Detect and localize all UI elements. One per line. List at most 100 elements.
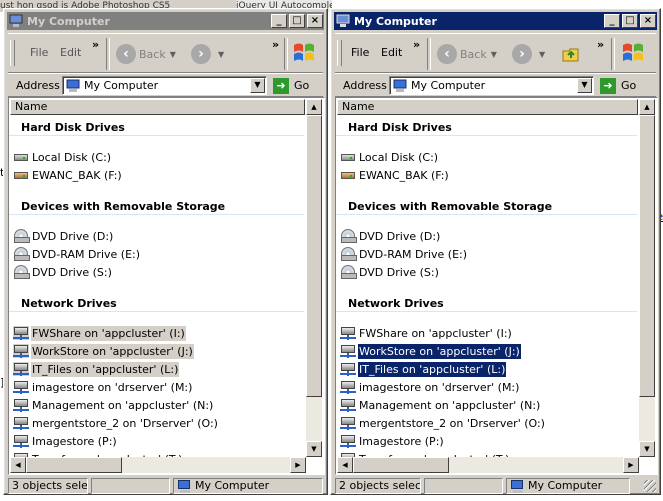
vertical-scrollbar[interactable]: ▲ ▼ — [639, 99, 655, 457]
scroll-thumb[interactable] — [26, 457, 122, 473]
scroll-down-button[interactable]: ▼ — [306, 441, 322, 457]
title-bar[interactable]: My Computer _ □ × — [7, 12, 324, 30]
address-input[interactable]: My Computer ▼ — [389, 76, 594, 95]
go-button[interactable]: Go — [621, 79, 636, 92]
list-item-dvd-ram-e[interactable]: DVD-RAM Drive (E:) — [340, 246, 468, 262]
scroll-up-button[interactable]: ▲ — [306, 99, 322, 115]
list-item-network-drive[interactable]: IT_Files on 'appcluster' (L:) — [340, 361, 507, 377]
go-arrow-icon[interactable]: ➜ — [600, 78, 616, 94]
list-item-dvd-d[interactable]: DVD Drive (D:) — [340, 228, 441, 244]
vertical-scrollbar[interactable]: ▲ ▼ — [306, 99, 322, 457]
list-item-label: DVD-RAM Drive (E:) — [359, 247, 468, 261]
scroll-thumb[interactable] — [639, 115, 655, 397]
scroll-down-button[interactable]: ▼ — [639, 441, 655, 457]
address-dropdown-button[interactable]: ▼ — [577, 78, 592, 93]
list-item-label: mergentstore_2 on 'Drserver' (O:) — [359, 416, 545, 430]
list-item-network-drive[interactable]: imagestore on 'drserver' (M:) — [340, 379, 520, 395]
minimize-button[interactable]: _ — [604, 14, 620, 28]
address-value: My Computer — [84, 79, 159, 92]
go-arrow-icon[interactable]: ➜ — [273, 78, 289, 94]
dvd-drive-icon — [340, 247, 357, 261]
scroll-up-button[interactable]: ▲ — [639, 99, 655, 115]
my-computer-icon — [177, 479, 190, 493]
forward-dropdown-icon[interactable]: ▼ — [539, 50, 545, 59]
list-item-network-drive[interactable]: FWShare on 'appcluster' (I:) — [340, 325, 513, 341]
list-item-ewanc-bak-f[interactable]: EWANC_BAK (F:) — [13, 167, 123, 183]
file-list-pane[interactable]: Name Hard Disk Drives Local Disk (C:) EW… — [8, 97, 325, 475]
hard-drive-icon — [13, 168, 29, 182]
menu-edit[interactable]: Edit — [381, 46, 402, 59]
group-divider — [9, 135, 304, 136]
go-button[interactable]: Go — [294, 79, 309, 92]
toolbar-overflow-chevron-icon[interactable]: » — [597, 38, 604, 51]
close-button[interactable]: × — [640, 14, 656, 28]
file-list-pane[interactable]: Name Hard Disk Drives Local Disk (C:) EW… — [335, 97, 658, 475]
explorer-window-right[interactable]: My Computer _ □ × File Edit » ‹ Back ▼ ›… — [330, 8, 661, 495]
list-item-label: Imagestore (P:) — [359, 434, 444, 448]
column-header-name[interactable]: Name — [10, 99, 305, 115]
menu-edit[interactable]: Edit — [60, 46, 81, 59]
toolbar-overflow-chevron-icon[interactable]: » — [272, 38, 279, 51]
scroll-thumb[interactable] — [353, 457, 449, 473]
horizontal-scrollbar[interactable]: ◀ ▶ — [10, 457, 306, 473]
list-item-network-drive[interactable]: WorkStore on 'appcluster' (J:) — [340, 343, 521, 359]
scroll-right-button[interactable]: ▶ — [623, 457, 639, 473]
toolbar-grip[interactable] — [337, 40, 342, 66]
menu-file[interactable]: File — [351, 46, 369, 59]
scroll-thumb[interactable] — [306, 115, 322, 397]
list-item-network-drive[interactable]: Management on 'appcluster' (N:) — [340, 397, 541, 413]
maximize-button[interactable]: □ — [289, 14, 305, 28]
list-item-network-drive[interactable]: Management on 'appcluster' (N:) — [13, 397, 214, 413]
window-title: My Computer — [27, 14, 110, 28]
back-button[interactable]: ‹ Back ▼ — [437, 42, 497, 66]
close-button[interactable]: × — [307, 14, 323, 28]
resize-grip-icon[interactable] — [644, 480, 656, 492]
menu-overflow-chevron-icon[interactable]: » — [413, 38, 420, 51]
back-dropdown-icon[interactable]: ▼ — [491, 50, 497, 59]
address-label: Address — [343, 79, 387, 92]
list-item-dvd-s[interactable]: DVD Drive (S:) — [340, 264, 440, 280]
toolbar-grip[interactable] — [10, 40, 15, 66]
menu-toolbar: File Edit » ‹ Back ▼ › ▼ » — [8, 33, 323, 73]
back-button[interactable]: ‹ Back ▼ — [116, 42, 176, 66]
list-item-local-disk-c[interactable]: Local Disk (C:) — [13, 149, 112, 165]
list-item-network-drive[interactable]: WorkStore on 'appcluster' (J:) — [13, 343, 194, 359]
list-item-network-drive[interactable]: mergentstore_2 on 'Drserver' (O:) — [13, 415, 219, 431]
forward-dropdown-icon[interactable]: ▼ — [218, 50, 224, 59]
group-divider — [9, 311, 304, 312]
list-item-dvd-ram-e[interactable]: DVD-RAM Drive (E:) — [13, 246, 141, 262]
list-item-network-drive[interactable]: mergentstore_2 on 'Drserver' (O:) — [340, 415, 546, 431]
maximize-button[interactable]: □ — [622, 14, 638, 28]
status-location: My Computer — [506, 478, 630, 494]
address-dropdown-button[interactable]: ▼ — [250, 78, 265, 93]
address-value: My Computer — [411, 79, 486, 92]
scroll-left-button[interactable]: ◀ — [337, 457, 353, 473]
minimize-button[interactable]: _ — [271, 14, 287, 28]
menu-file[interactable]: File — [30, 46, 48, 59]
list-item-network-drive[interactable]: IT_Files on 'appcluster' (L:) — [13, 361, 180, 377]
list-item-dvd-d[interactable]: DVD Drive (D:) — [13, 228, 114, 244]
address-bar: Address My Computer ▼ ➜ Go — [335, 73, 656, 97]
address-input[interactable]: My Computer ▼ — [62, 76, 267, 95]
list-item-network-drive[interactable]: FWShare on 'appcluster' (I:) — [13, 325, 186, 341]
list-item-dvd-s[interactable]: DVD Drive (S:) — [13, 264, 113, 280]
column-header-name[interactable]: Name — [337, 99, 638, 115]
scroll-right-button[interactable]: ▶ — [290, 457, 306, 473]
forward-button[interactable]: › ▼ — [191, 42, 224, 66]
up-folder-icon[interactable] — [561, 44, 581, 64]
group-divider — [336, 214, 637, 215]
list-item-network-drive[interactable]: Imagestore (P:) — [340, 433, 445, 449]
forward-button[interactable]: › ▼ — [512, 42, 545, 66]
network-drive-icon — [13, 344, 29, 358]
explorer-window-left[interactable]: My Computer _ □ × File Edit » ‹ Back ▼ ›… — [3, 8, 328, 495]
list-item-network-drive[interactable]: imagestore on 'drserver' (M:) — [13, 379, 193, 395]
back-dropdown-icon[interactable]: ▼ — [170, 50, 176, 59]
chevron-down-icon: ▼ — [581, 80, 588, 89]
list-item-local-disk-c[interactable]: Local Disk (C:) — [340, 149, 439, 165]
title-bar[interactable]: My Computer _ □ × — [334, 12, 657, 30]
menu-overflow-chevron-icon[interactable]: » — [92, 38, 99, 51]
horizontal-scrollbar[interactable]: ◀ ▶ — [337, 457, 639, 473]
list-item-network-drive[interactable]: Imagestore (P:) — [13, 433, 118, 449]
scroll-left-button[interactable]: ◀ — [10, 457, 26, 473]
list-item-ewanc-bak-f[interactable]: EWANC_BAK (F:) — [340, 167, 450, 183]
